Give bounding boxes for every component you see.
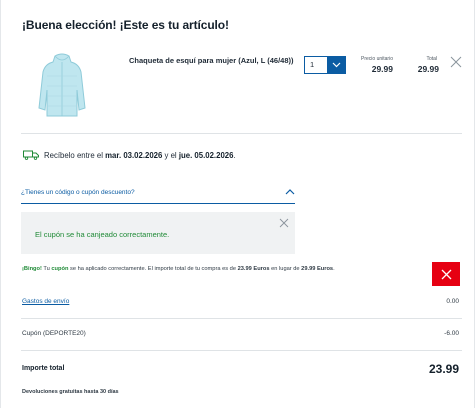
remove-coupon-button[interactable] [432, 262, 460, 286]
close-icon [279, 218, 289, 228]
bingo-text-3: en lugar de [269, 266, 302, 272]
divider [21, 350, 462, 351]
unit-price-label: Precio unitario [361, 56, 393, 62]
product-name[interactable]: Chaqueta de esquí para mujer (Azul, L (4… [129, 56, 293, 65]
delivery-date-to: jue. 05.02.2026 [178, 150, 234, 160]
remove-item-button[interactable] [450, 56, 462, 68]
divider [21, 318, 462, 319]
product-image[interactable] [35, 50, 89, 122]
shipping-costs-link[interactable]: Gastos de envío [22, 298, 69, 305]
item-total-label: Total [426, 56, 437, 62]
bingo-text-4: . [333, 266, 335, 272]
close-icon [450, 56, 462, 68]
order-total-label: Importe total [22, 365, 65, 372]
order-total-value: 23.99 [428, 362, 459, 376]
delivery-date-from: mar. 03.02.2026 [105, 150, 163, 160]
unit-price: 29.99 [371, 64, 393, 74]
close-icon [441, 269, 451, 279]
bingo-prefix: ¡Bingo! [22, 266, 42, 272]
coupon-toggle-underline [21, 203, 295, 204]
bingo-text-1: Tu [41, 266, 52, 272]
bingo-coupon-word: cupón [51, 266, 69, 272]
chevron-down-icon[interactable] [327, 57, 345, 73]
coupon-code-label: Cupón (DEPORTE20) [22, 330, 86, 337]
coupon-toggle[interactable]: ¿Tienes un código o cupón descuento? [21, 182, 295, 202]
delivery-suffix: . [233, 150, 236, 160]
free-returns-note: Devoluciones gratuitas hasta 30 días [22, 389, 119, 395]
bingo-text-2: se ha aplicado correctamente. El importe… [68, 266, 238, 272]
bingo-new-amount: 23.99 Euros [237, 266, 270, 272]
coupon-success-alert: El cupón se ha canjeado correctamente. [21, 212, 295, 254]
dismiss-alert-button[interactable] [279, 218, 289, 228]
delivery-middle: y el [162, 150, 179, 160]
coupon-success-message: El cupón se ha canjeado correctamente. [35, 230, 170, 239]
coupon-discount-value: -6.00 [444, 330, 459, 337]
chevron-up-icon[interactable] [285, 189, 295, 195]
shipping-value: 0.00 [446, 298, 459, 305]
bingo-old-amount: 29.99 Euros [301, 266, 334, 272]
quantity-value: 1 [310, 60, 315, 69]
page-title: ¡Buena elección! ¡Este es tu artículo! [22, 18, 229, 32]
quantity-select[interactable]: 1 [304, 56, 346, 74]
cart-panel: ¡Buena elección! ¡Este es tu artículo! C… [0, 0, 475, 408]
delivery-estimate: Recíbelo entre el mar. 03.02.2026 y el j… [23, 150, 236, 160]
coupon-applied-note: ¡Bingo! Tu cupón se ha aplicado correcta… [22, 266, 335, 272]
divider [21, 133, 462, 134]
shipping-row: Gastos de envío [22, 298, 69, 305]
coupon-toggle-label[interactable]: ¿Tienes un código o cupón descuento? [21, 189, 135, 196]
delivery-prefix: Recíbelo entre el [44, 150, 106, 160]
item-total-price: 29.99 [417, 64, 439, 74]
truck-icon [23, 150, 39, 160]
